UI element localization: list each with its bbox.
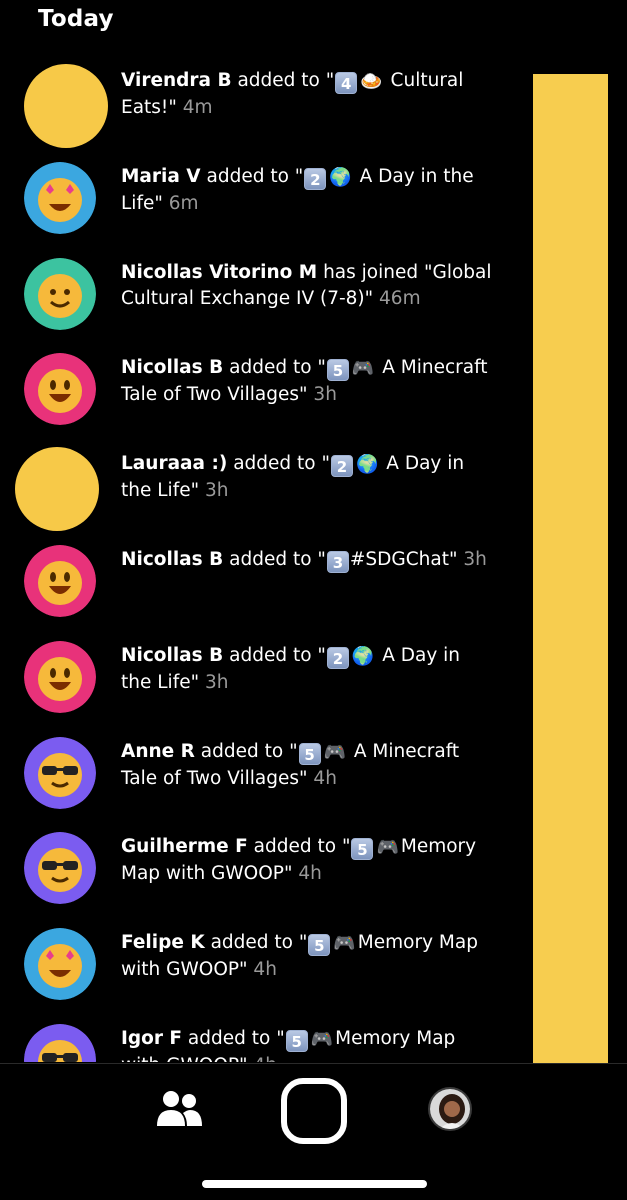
avatar[interactable] bbox=[24, 161, 96, 234]
feed-item-text: Nicollas B added to " 3 #SDGChat" 3h bbox=[121, 547, 493, 573]
number-badge: 2 bbox=[330, 455, 353, 478]
timestamp: 3h bbox=[307, 384, 337, 406]
globe-icon: 🌍 bbox=[355, 454, 379, 476]
home-indicator[interactable] bbox=[202, 1180, 427, 1188]
curry-icon: 🍛 bbox=[360, 71, 383, 92]
avatar[interactable] bbox=[24, 1023, 96, 1062]
feed-item[interactable]: Nicollas B added to " 5 🎮 A Minecraft Tale… bbox=[0, 345, 510, 441]
action-text: added to " bbox=[194, 740, 298, 762]
gamepad-icon: 🎮 bbox=[333, 933, 356, 955]
avatar[interactable] bbox=[24, 832, 96, 905]
action-text: added to " bbox=[223, 357, 326, 379]
activity-feed: Virendra B added to " 4 🍛 Cultural Eats!" … bbox=[0, 58, 510, 1062]
avatar[interactable] bbox=[24, 640, 96, 713]
feed-item-text: Maria V added to " 2 🌍 A Day in the Life" … bbox=[121, 164, 493, 217]
number-badge: 3 bbox=[326, 550, 349, 573]
camera-record-icon[interactable] bbox=[281, 1078, 347, 1144]
globe-icon: 🌍 bbox=[329, 166, 352, 188]
user-name[interactable]: Lauraaa :) bbox=[121, 453, 227, 474]
page-title: Today bbox=[38, 6, 114, 32]
user-name[interactable]: Nicollas B bbox=[121, 645, 223, 666]
profile-avatar[interactable] bbox=[428, 1087, 472, 1131]
feed-item[interactable]: Nicollas Vitorino M has joined "Global C… bbox=[0, 250, 510, 346]
target-title[interactable]: #SDGChat" bbox=[350, 549, 458, 570]
user-name[interactable]: Nicollas B bbox=[121, 357, 223, 378]
gamepad-icon: 🎮 bbox=[323, 741, 346, 763]
number-badge: 2 bbox=[326, 646, 349, 669]
feed-item-text: Igor F added to "5🎮Memory Map with GWOOP… bbox=[121, 1026, 493, 1062]
gamepad-icon: 🎮 bbox=[376, 837, 399, 859]
feed-item[interactable]: Guilherme F added to " 5 🎮 Memory Map with … bbox=[0, 824, 510, 920]
user-name[interactable]: Nicollas Vitorino M bbox=[121, 262, 317, 283]
feed-item[interactable]: Nicollas B added to " 2 🌍 A Day in the Lif… bbox=[0, 633, 510, 729]
timestamp: 4h bbox=[292, 863, 322, 885]
avatar[interactable] bbox=[24, 353, 96, 426]
user-name[interactable]: Virendra B bbox=[121, 70, 232, 91]
user-name[interactable]: Nicollas B bbox=[121, 549, 223, 570]
timestamp: 3h bbox=[199, 480, 229, 502]
action-text: added to " bbox=[182, 1027, 285, 1049]
user-name[interactable]: Felipe K bbox=[121, 932, 205, 953]
feed-item-text: Lauraaa :) added to " 2 🌍 A Day in the Lif… bbox=[121, 451, 493, 504]
number-badge: 4 bbox=[335, 72, 358, 94]
timestamp: 6m bbox=[162, 192, 199, 214]
number-badge: 5 bbox=[298, 742, 321, 765]
number-badge: 5 bbox=[308, 934, 331, 957]
timestamp: 3h bbox=[199, 671, 229, 693]
feed-item[interactable]: Lauraaa :) added to " 2 🌍 A Day in the Lif… bbox=[0, 441, 510, 537]
avatar[interactable] bbox=[24, 544, 96, 617]
number-badge: 5 bbox=[285, 1029, 308, 1052]
user-name[interactable]: Maria V bbox=[121, 166, 201, 187]
action-text: added to " bbox=[227, 453, 330, 475]
feed-item-text: Nicollas Vitorino M has joined "Global C… bbox=[121, 260, 493, 312]
user-name[interactable]: Igor F bbox=[121, 1028, 182, 1049]
timestamp: 46m bbox=[373, 287, 421, 309]
side-highlight-bar bbox=[533, 74, 608, 1064]
action-text: added to " bbox=[223, 644, 326, 666]
globe-icon: 🌍 bbox=[351, 645, 375, 667]
user-name[interactable]: Guilherme F bbox=[121, 836, 248, 857]
friends-icon[interactable] bbox=[156, 1088, 202, 1130]
avatar[interactable] bbox=[24, 64, 108, 148]
feed-item[interactable]: Maria V added to " 2 🌍 A Day in the Life" … bbox=[0, 154, 510, 250]
feed-item-text: Felipe K added to " 5 🎮 Memory Map with GWO… bbox=[121, 930, 493, 983]
action-text: added to " bbox=[204, 932, 308, 954]
gamepad-icon: 🎮 bbox=[351, 358, 375, 380]
feed-item-text: Nicollas B added to " 2 🌍 A Day in the Lif… bbox=[121, 643, 493, 696]
feed-item[interactable]: Felipe K added to " 5 🎮 Memory Map with GWO… bbox=[0, 920, 510, 1016]
timestamp: 4h bbox=[307, 767, 337, 789]
feed-item-text: Anne R added to " 5 🎮 A Minecraft Tale of … bbox=[121, 739, 493, 792]
number-badge: 2 bbox=[304, 167, 327, 190]
action-text: added to " bbox=[247, 836, 351, 858]
timestamp: 4h bbox=[248, 1055, 277, 1062]
feed-item[interactable]: Anne R added to " 5 🎮 A Minecraft Tale of … bbox=[0, 729, 510, 825]
action-text: added to " bbox=[200, 165, 304, 187]
avatar[interactable] bbox=[24, 736, 96, 809]
feed-item-text: Nicollas B added to " 5 🎮 A Minecraft Tale… bbox=[121, 355, 493, 408]
feed-item[interactable]: Igor F added to "5🎮Memory Map with GWOOP… bbox=[0, 1016, 510, 1062]
avatar[interactable] bbox=[24, 928, 96, 1001]
timestamp: 4h bbox=[247, 959, 277, 981]
gamepad-icon: 🎮 bbox=[310, 1028, 334, 1050]
number-badge: 5 bbox=[351, 838, 374, 861]
avatar[interactable] bbox=[24, 257, 96, 330]
action-text: added to " bbox=[231, 70, 335, 91]
user-name[interactable]: Anne R bbox=[121, 741, 195, 762]
bottom-tab-bar bbox=[0, 1064, 627, 1200]
action-text: added to " bbox=[223, 548, 326, 570]
number-badge: 5 bbox=[326, 359, 349, 382]
avatar[interactable] bbox=[15, 447, 99, 532]
timestamp: 4m bbox=[176, 97, 213, 118]
timestamp: 3h bbox=[457, 548, 487, 570]
feed-item-text: Guilherme F added to " 5 🎮 Memory Map with … bbox=[121, 834, 493, 887]
feed-item[interactable]: Virendra B added to " 4 🍛 Cultural Eats!" … bbox=[0, 58, 510, 154]
feed-item-text: Virendra B added to " 4 🍛 Cultural Eats!" … bbox=[121, 68, 493, 121]
feed-item[interactable]: Nicollas B added to " 3 #SDGChat" 3h bbox=[0, 537, 510, 633]
